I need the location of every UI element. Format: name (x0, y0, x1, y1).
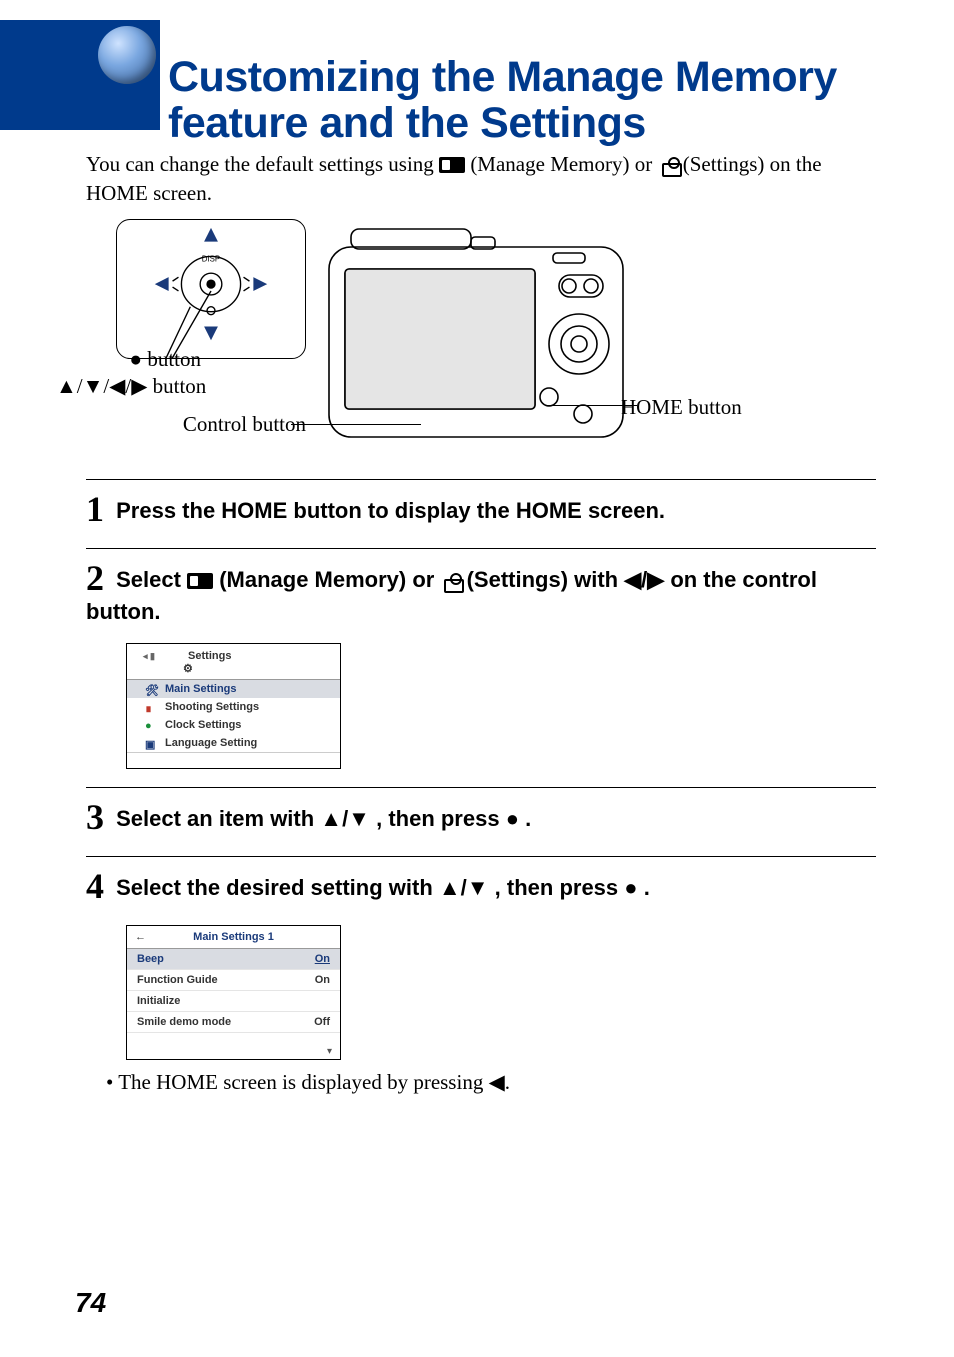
divider (86, 548, 876, 549)
svg-text:DISP: DISP (202, 254, 220, 263)
step-text: , then press (495, 875, 625, 900)
step-4: 4 Select the desired setting with ▲/▼ , … (86, 865, 876, 907)
step-text: . (644, 875, 650, 900)
settings-icon (440, 573, 460, 589)
setting-row-function-guide: Function Guide On (127, 970, 340, 991)
hardware-diagram: DISP (86, 219, 876, 479)
step-text: Press the HOME button to display the HOM… (116, 498, 665, 523)
step-1: 1 Press the HOME button to display the H… (86, 488, 876, 530)
step-text: Select an item with (116, 806, 320, 831)
step-2: 2 Select (Manage Memory) or (Settings) w… (86, 557, 876, 625)
manage-memory-icon (439, 157, 465, 173)
camera-icon: ∎ (145, 702, 157, 712)
leader-line (547, 405, 637, 406)
lcd-screenshot-main-settings: ← Main Settings 1 Beep On Function Guide… (126, 925, 341, 1060)
step-text: Select (116, 567, 187, 592)
settings-icon (658, 157, 678, 173)
note-home-screen: • The HOME screen is displayed by pressi… (120, 1070, 876, 1095)
setting-row-smile-demo: Smile demo mode Off (127, 1012, 340, 1033)
divider (86, 787, 876, 788)
arrows-glyph: ▲/▼ (439, 875, 489, 900)
label-control-button: Control button (126, 412, 306, 437)
back-arrow-icon: ← (135, 931, 146, 943)
section-sphere-icon (98, 26, 156, 84)
menu-row-main-settings: 🛠 Main Settings (127, 680, 340, 698)
intro-text-2: (Manage Memory) or (470, 152, 657, 176)
leader-line (291, 424, 421, 425)
step-text: (Settings) with (467, 567, 625, 592)
screen-title: Main Settings 1 (193, 931, 274, 943)
step-text: (Manage Memory) or (219, 567, 440, 592)
arrows-glyph: ◀/▶ (624, 567, 664, 592)
language-icon: ▣ (145, 738, 157, 748)
dot-glyph: ● (624, 875, 637, 900)
screen-title: Settings (188, 650, 231, 662)
page-title: Customizing the Manage Memory feature an… (168, 54, 888, 147)
label-dot-button: ● button (56, 347, 201, 372)
left-arrow-glyph: ◀ (489, 1071, 505, 1094)
setting-row-initialize: Initialize (127, 991, 340, 1012)
camera-illustration (321, 219, 631, 454)
tools-icon: 🛠 (145, 684, 157, 694)
manage-memory-icon (187, 573, 213, 589)
menu-row-shooting-settings: ∎ Shooting Settings (127, 698, 340, 716)
divider (86, 479, 876, 480)
step-number: 2 (86, 558, 104, 598)
step-number: 3 (86, 797, 104, 837)
setting-row-beep: Beep On (127, 949, 340, 970)
step-text: . (525, 806, 531, 831)
dot-glyph: ● (506, 806, 519, 831)
step-number: 4 (86, 866, 104, 906)
lcd-screenshot-settings: ◂ ▮ Settings ⚙ 🛠 Main Settings ∎ Shootin… (126, 643, 341, 769)
label-home-button: HOME button (621, 395, 801, 420)
menu-row-language-setting: ▣ Language Setting (127, 734, 340, 752)
divider (86, 856, 876, 857)
page-number: 74 (75, 1287, 106, 1319)
step-3: 3 Select an item with ▲/▼ , then press ●… (86, 796, 876, 838)
clock-icon: ● (145, 720, 157, 730)
menu-row-clock-settings: ● Clock Settings (127, 716, 340, 734)
label-arrows-button: ▲/▼/◀/▶ button (56, 374, 276, 399)
intro-paragraph: You can change the default settings usin… (86, 150, 876, 209)
nav-arrow-icon: ◂ ▮ (143, 651, 155, 662)
step-number: 1 (86, 489, 104, 529)
step-text: , then press (376, 806, 506, 831)
step-text: Select the desired setting with (116, 875, 439, 900)
dpad-illustration: DISP (116, 219, 306, 359)
intro-text-1: You can change the default settings usin… (86, 152, 439, 176)
arrows-glyph: ▲/▼ (320, 806, 370, 831)
